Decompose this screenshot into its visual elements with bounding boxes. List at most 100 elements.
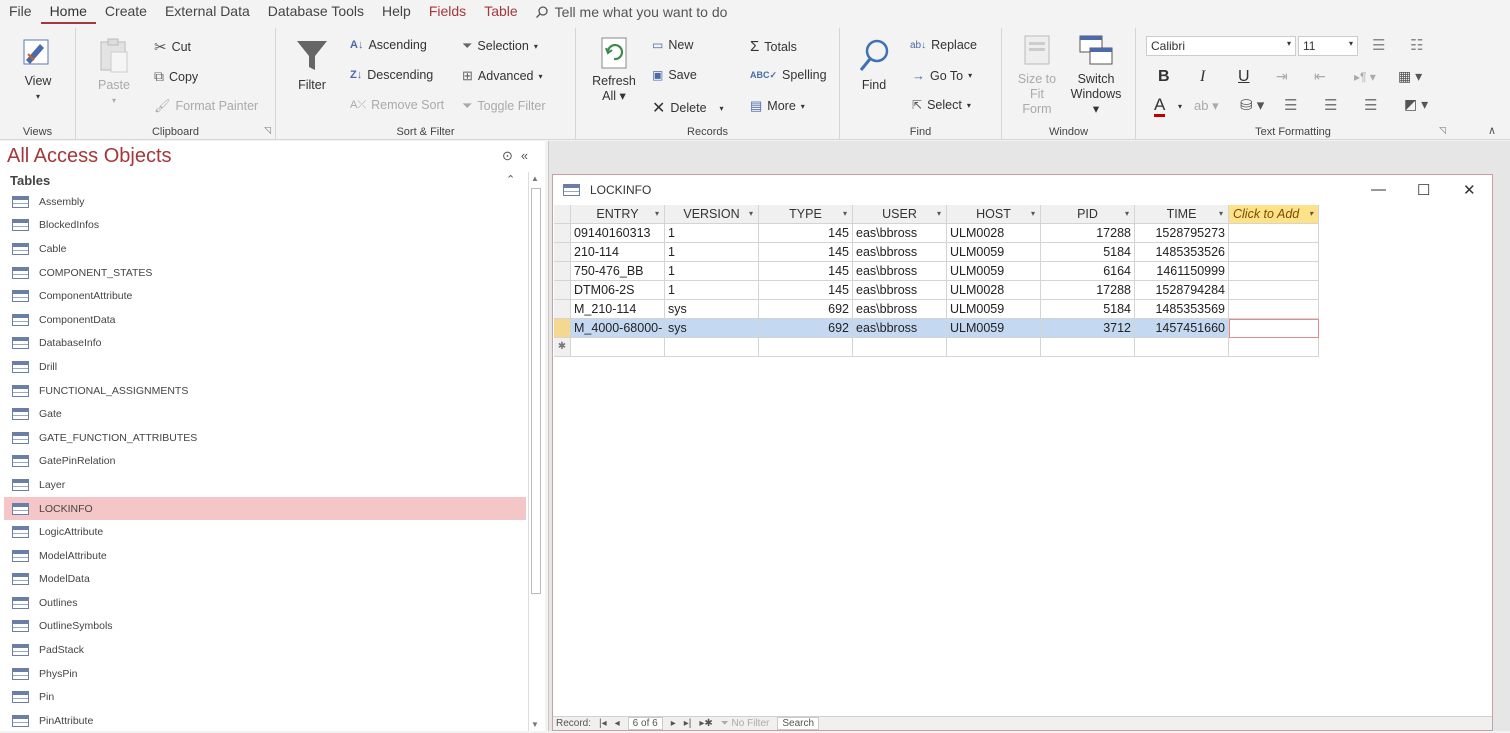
- nav-item-pinattribute[interactable]: PinAttribute: [4, 709, 526, 733]
- cell-type[interactable]: 145: [759, 224, 853, 243]
- nav-item-padstack[interactable]: PadStack: [4, 638, 526, 662]
- nav-scrollbar[interactable]: ▲ ▼: [528, 172, 542, 731]
- menu-help[interactable]: Help: [373, 0, 420, 24]
- cell-time[interactable]: 1461150999: [1135, 262, 1229, 281]
- cell-time[interactable]: 1528795273: [1135, 224, 1229, 243]
- chevron-down-icon[interactable]: ▾: [1219, 205, 1223, 223]
- first-record-icon[interactable]: |◂: [599, 718, 607, 729]
- save-record-button[interactable]: ▣ Save: [652, 68, 697, 82]
- chevron-down-icon[interactable]: ▾: [1309, 205, 1313, 223]
- table-row[interactable]: M_4000-68000- sys 692 eas\bbross ULM0059 3712…: [554, 319, 1319, 338]
- no-filter-indicator[interactable]: ⏷ No Filter: [721, 718, 770, 729]
- click-to-add-column[interactable]: Click to Add ▾: [1229, 205, 1319, 224]
- size-to-fit-form-button[interactable]: Size to Fit Form: [1014, 34, 1060, 117]
- chevron-down-icon[interactable]: ▾: [655, 205, 659, 223]
- select-button[interactable]: ⇱ Select ▾: [912, 98, 971, 112]
- menu-fields[interactable]: Fields: [420, 0, 475, 24]
- remove-sort-button[interactable]: A⤫ Remove Sort: [350, 98, 444, 112]
- nav-item-physpin[interactable]: PhysPin: [4, 662, 526, 686]
- gridlines-icon[interactable]: ▦ ▾: [1398, 68, 1422, 85]
- menu-file[interactable]: File: [0, 0, 41, 24]
- cell-new-field[interactable]: [1229, 262, 1319, 281]
- menu-create[interactable]: Create: [96, 0, 156, 24]
- minimize-icon[interactable]: —: [1371, 181, 1386, 198]
- highlight-icon[interactable]: ab ▾: [1194, 98, 1219, 114]
- nav-item-modeldata[interactable]: ModelData: [4, 568, 526, 592]
- cell-entry[interactable]: 750-476_BB: [571, 262, 665, 281]
- nav-item-outlines[interactable]: Outlines: [4, 591, 526, 615]
- next-record-icon[interactable]: ▸: [671, 718, 676, 729]
- table-row[interactable]: M_210-114 sys 692 eas\bbross ULM0059 5184 1485…: [554, 300, 1319, 319]
- cell-pid[interactable]: 17288: [1041, 224, 1135, 243]
- nav-item-componentattribute[interactable]: ComponentAttribute: [4, 284, 526, 308]
- cell-user[interactable]: eas\bbross: [853, 243, 947, 262]
- nav-item-componentdata[interactable]: ComponentData: [4, 308, 526, 332]
- cell-host[interactable]: ULM0059: [947, 319, 1041, 338]
- cell-time[interactable]: 1485353569: [1135, 300, 1229, 319]
- cell-new-field[interactable]: [1229, 300, 1319, 319]
- cell-new-host[interactable]: [947, 338, 1041, 357]
- nav-item-cable[interactable]: Cable: [4, 237, 526, 261]
- cell-new-field[interactable]: [1229, 319, 1319, 338]
- chevron-down-icon[interactable]: ▾: [1031, 205, 1035, 223]
- cell-new-field[interactable]: [1229, 224, 1319, 243]
- nav-item-layer[interactable]: Layer: [4, 473, 526, 497]
- font-size-select[interactable]: 11 ▾: [1298, 36, 1358, 56]
- replace-button[interactable]: ab↓ Replace: [910, 38, 977, 52]
- cell-version[interactable]: 1: [665, 224, 759, 243]
- cell-pid[interactable]: 5184: [1041, 300, 1135, 319]
- cell-pid[interactable]: 5184: [1041, 243, 1135, 262]
- align-left-icon[interactable]: ☰: [1284, 96, 1297, 114]
- cell-user[interactable]: eas\bbross: [853, 300, 947, 319]
- dialog-launcher-icon[interactable]: ◹: [264, 125, 271, 136]
- dialog-launcher-icon[interactable]: ◹: [1439, 125, 1446, 136]
- cell-new-field[interactable]: [1229, 243, 1319, 262]
- cell-version[interactable]: 1: [665, 281, 759, 300]
- cell-new-field[interactable]: [1229, 281, 1319, 300]
- nav-item-functional-assignments[interactable]: FUNCTIONAL_ASSIGNMENTS: [4, 379, 526, 403]
- chevron-down-icon[interactable]: ▾: [749, 205, 753, 223]
- menu-external-data[interactable]: External Data: [156, 0, 259, 24]
- cell-user[interactable]: eas\bbross: [853, 262, 947, 281]
- nav-item-outlinesymbols[interactable]: OutlineSymbols: [4, 615, 526, 639]
- alternate-row-color-icon[interactable]: ◩ ▾: [1404, 96, 1428, 113]
- nav-item-logicattribute[interactable]: LogicAttribute: [4, 520, 526, 544]
- new-record-row[interactable]: ✱: [554, 338, 1319, 357]
- cell-host[interactable]: ULM0059: [947, 300, 1041, 319]
- cell-new-time[interactable]: [1135, 338, 1229, 357]
- collapse-ribbon-icon[interactable]: ∧: [1488, 124, 1496, 137]
- record-position[interactable]: 6 of 6: [627, 717, 663, 730]
- table-row[interactable]: 210-114 1 145 eas\bbross ULM0059 5184 14853535…: [554, 243, 1319, 262]
- descending-button[interactable]: Z↓ Descending: [350, 68, 433, 82]
- cell-new-pid[interactable]: [1041, 338, 1135, 357]
- decrease-indent-icon[interactable]: ⇤: [1314, 68, 1326, 85]
- column-header-pid[interactable]: PID ▾: [1041, 205, 1135, 224]
- nav-pane-title[interactable]: All Access Objects: [7, 145, 172, 168]
- nav-item-gate-function-attributes[interactable]: GATE_FUNCTION_ATTRIBUTES: [4, 426, 526, 450]
- cell-entry[interactable]: 09140160313: [571, 224, 665, 243]
- cell-new-entry[interactable]: [571, 338, 665, 357]
- filter-button[interactable]: Filter: [292, 38, 332, 93]
- advanced-button[interactable]: ⊞ Advanced ▾: [462, 68, 543, 84]
- chevron-down-icon[interactable]: ▾: [1125, 205, 1129, 223]
- cut-button[interactable]: ✂ Cut: [154, 38, 191, 56]
- delete-record-button[interactable]: ✕ Delete ▾: [652, 98, 724, 118]
- nav-item-drill[interactable]: Drill: [4, 355, 526, 379]
- more-button[interactable]: ▤ More ▾: [750, 98, 805, 114]
- last-record-icon[interactable]: ▸|: [684, 718, 692, 729]
- fill-color-icon[interactable]: ⛁ ▾: [1240, 96, 1264, 114]
- scroll-thumb[interactable]: [531, 188, 541, 594]
- toggle-filter-button[interactable]: ⏷ Toggle Filter: [462, 98, 546, 114]
- chevron-down-icon[interactable]: ▾: [937, 205, 941, 223]
- search-box[interactable]: Search: [777, 717, 820, 730]
- ascending-button[interactable]: A↓ Ascending: [350, 38, 427, 52]
- paragraph-direction-icon[interactable]: ▸¶ ▾: [1354, 70, 1376, 84]
- column-header-host[interactable]: HOST ▾: [947, 205, 1041, 224]
- increase-indent-icon[interactable]: ⇥: [1276, 68, 1288, 85]
- column-header-entry[interactable]: ENTRY ▾: [571, 205, 665, 224]
- cell-type[interactable]: 145: [759, 281, 853, 300]
- cell-type[interactable]: 692: [759, 300, 853, 319]
- scroll-down-icon[interactable]: ▼: [531, 720, 539, 729]
- cell-user[interactable]: eas\bbross: [853, 319, 947, 338]
- cell-host[interactable]: ULM0028: [947, 281, 1041, 300]
